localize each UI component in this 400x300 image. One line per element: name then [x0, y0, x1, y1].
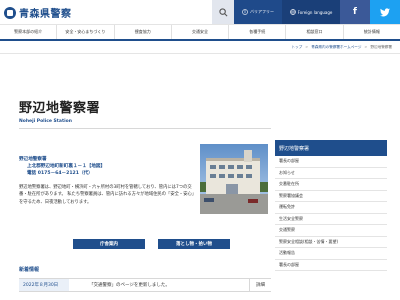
- sidebar-item-chief[interactable]: 署長の部屋: [275, 156, 387, 168]
- breadcrumb-stations[interactable]: 青森県内の警察署ホームページ: [311, 45, 361, 50]
- header-divider: [0, 53, 400, 54]
- sidebar-item-license[interactable]: 運転免許: [275, 202, 387, 214]
- breadcrumb: トップ > 青森県内の警察署ホームページ > 野辺地警察署: [291, 45, 392, 50]
- nav-item-traffic[interactable]: 交通安全: [172, 25, 230, 39]
- sidebar-item-traffic[interactable]: 交通警察: [275, 225, 387, 237]
- sidebar-item-activity[interactable]: 活動報告: [275, 248, 387, 260]
- nav-item-safety[interactable]: 安全・安心まちづくり: [57, 25, 115, 39]
- breadcrumb-separator: >: [305, 45, 309, 49]
- sidebar: 野辺地警察署 署長の部屋 お知らせ 交番駐在所 警察署協議会 運転免許 生活安全…: [275, 140, 387, 271]
- station-name: 野辺地警察署: [19, 157, 47, 162]
- sidebar-menu: 署長の部屋 お知らせ 交番駐在所 警察署協議会 運転免許 生活安全警察 交通警察…: [275, 156, 387, 271]
- twitter-button[interactable]: [370, 0, 400, 24]
- breadcrumb-separator: >: [364, 45, 368, 49]
- page-title: 野辺地警察署: [19, 101, 101, 116]
- sidebar-item-council[interactable]: 警察署協議会: [275, 191, 387, 202]
- news-item: 2022年８月30日 「交通警察」のページを更新しました。 詳細: [19, 278, 271, 292]
- news-detail-link[interactable]: 詳細: [249, 279, 271, 291]
- logo-text: 青森県警察: [19, 9, 72, 20]
- barrier-free-label: バリアフリー: [250, 9, 274, 14]
- search-button[interactable]: [212, 0, 234, 24]
- news-text: 「交通警察」のページを更新しました。: [89, 283, 170, 288]
- nav-item-statistics[interactable]: 統計情報: [344, 25, 400, 39]
- station-address[interactable]: 上北郡野辺地町新町裏１－１【地図】: [19, 163, 199, 170]
- nav-item-investigation[interactable]: 捜査協力: [115, 25, 172, 39]
- station-photo: [200, 144, 268, 214]
- search-icon: [218, 7, 227, 16]
- police-emblem-icon: [4, 6, 16, 19]
- language-button[interactable]: Foreign language: [282, 0, 340, 24]
- site-logo[interactable]: 青森県警察: [4, 5, 72, 20]
- office-guide-button[interactable]: 庁舎案内: [73, 239, 145, 249]
- station-info: 野辺地警察署 上北郡野辺地町新町裏１－１【地図】 電話 0175－64－2121…: [19, 156, 199, 178]
- title-divider: [19, 128, 271, 129]
- station-phone: 電話 0175－64－2121（代）: [27, 171, 93, 177]
- language-label: Foreign language: [297, 9, 333, 15]
- facebook-button[interactable]: f: [340, 0, 370, 24]
- breadcrumb-current: 野辺地警察署: [370, 45, 392, 49]
- sidebar-item-community-safety[interactable]: 生活安全警察: [275, 214, 387, 225]
- global-nav: 警察本部の紹介 安全・安心まちづくり 捜査協力 交通安全 各種手続 相談窓口 統…: [0, 24, 400, 41]
- nav-item-consultation[interactable]: 相談窓口: [286, 25, 344, 39]
- sidebar-title[interactable]: 野辺地警察署: [275, 140, 387, 156]
- news-date: 2022年８月30日: [19, 279, 69, 291]
- barrier-free-button[interactable]: バリアフリー: [234, 0, 282, 24]
- sidebar-item-chief-2[interactable]: 署長の部屋: [275, 260, 387, 271]
- globe-icon: [289, 9, 296, 15]
- twitter-icon: [380, 7, 390, 16]
- lost-and-found-button[interactable]: 落とし物・拾い物: [158, 239, 230, 249]
- breadcrumb-home[interactable]: トップ: [291, 45, 302, 50]
- nav-item-procedures[interactable]: 各種手続: [229, 25, 287, 39]
- nav-item-about[interactable]: 警察本部の紹介: [0, 25, 58, 39]
- news-heading: 新着情報: [19, 267, 40, 273]
- sidebar-item-notices[interactable]: お知らせ: [275, 168, 387, 179]
- facebook-icon: f: [353, 7, 357, 17]
- accessibility-icon: [242, 9, 248, 15]
- site-header: 青森県警察 バリアフリー Foreign language f: [0, 0, 400, 24]
- sidebar-item-koban[interactable]: 交番駐在所: [275, 179, 387, 191]
- page-subtitle: Noheji Police Station: [19, 119, 72, 124]
- station-description: 野辺地警察署は、野辺地町・横浜町・六ヶ所村の3町村を管轄しており、管内には7つの…: [19, 185, 197, 205]
- sidebar-item-consultation[interactable]: 警察安全相談(相談・苦情・要望): [275, 237, 387, 248]
